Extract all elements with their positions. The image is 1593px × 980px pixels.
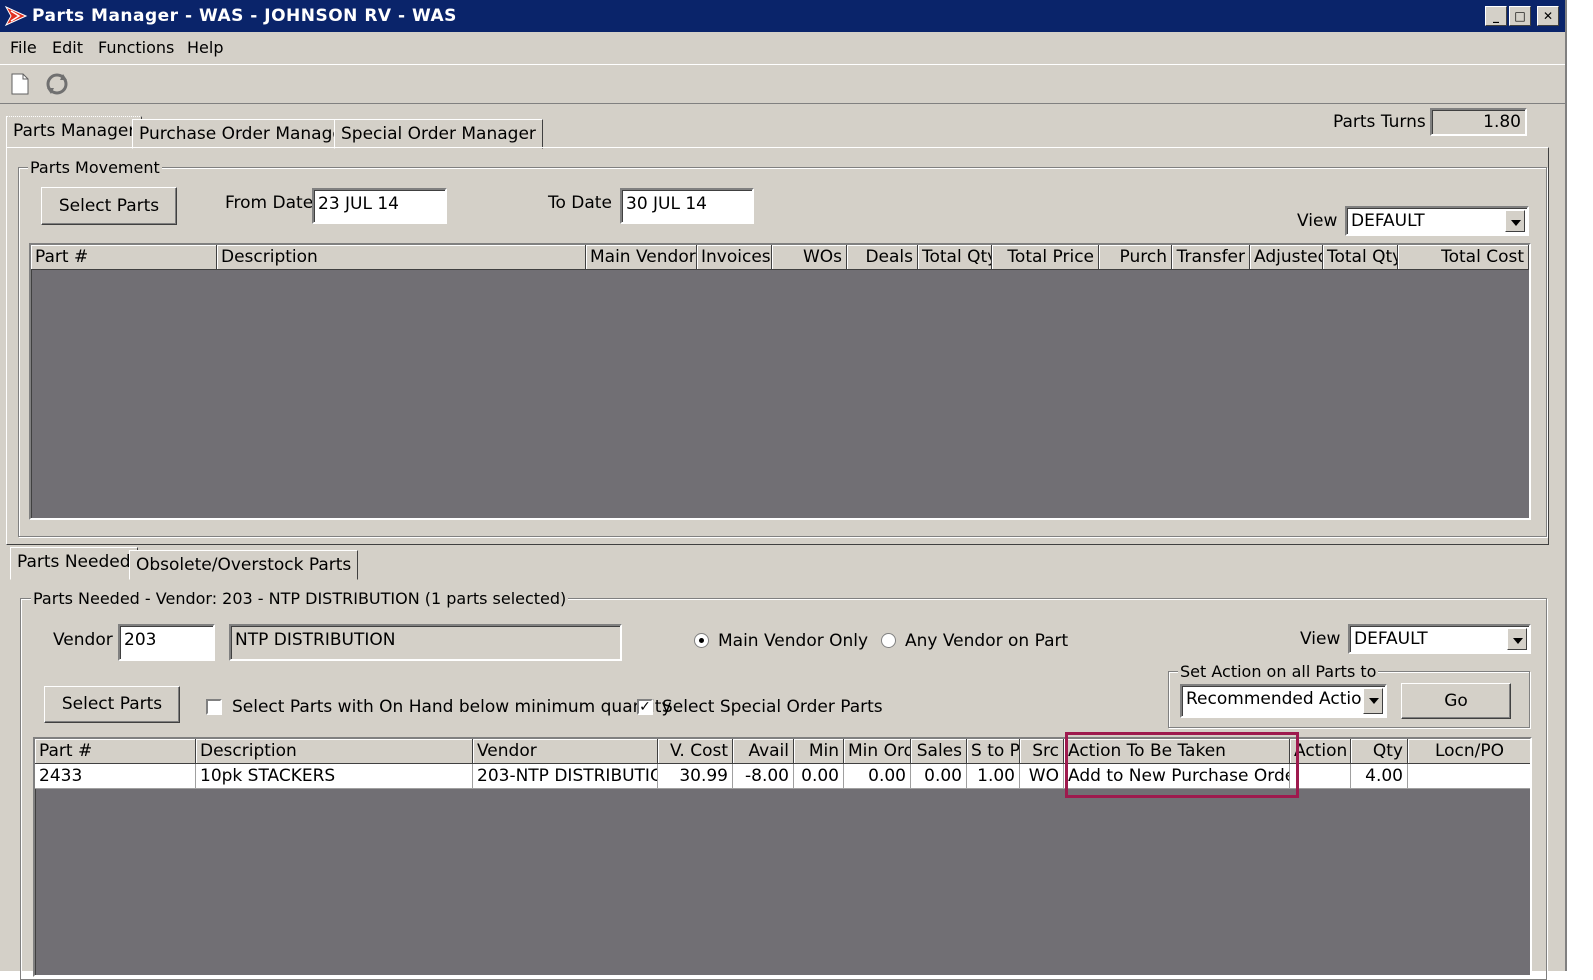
any-vendor-label[interactable]: Any Vendor on Part (905, 631, 1068, 651)
col-min[interactable]: Min (794, 739, 844, 764)
select-parts-button-bottom[interactable]: Select Parts (44, 686, 180, 723)
special-order-label[interactable]: Select Special Order Parts (662, 697, 883, 717)
col-src[interactable]: Src (1020, 739, 1064, 764)
cell-description[interactable]: 10pk STACKERS (196, 764, 473, 789)
cell-vendor[interactable]: 203-NTP DISTRIBUTIO (473, 764, 658, 789)
view-select-bottom[interactable]: DEFAULT (1348, 624, 1531, 654)
special-order-checkbox[interactable]: ✓ (637, 699, 653, 715)
vendor-name-display: NTP DISTRIBUTION (229, 624, 622, 661)
select-parts-button-top[interactable]: Select Parts (41, 187, 177, 225)
vendor-label: Vendor (53, 630, 113, 650)
title-bar[interactable]: Parts Manager - WAS - JOHNSON RV - WAS _… (0, 0, 1565, 32)
tab-parts-needed[interactable]: Parts Needed (10, 547, 138, 580)
view-label-top: View (1297, 211, 1338, 231)
cell-sales[interactable]: 0.00 (911, 764, 967, 789)
tab-parts-manager[interactable]: Parts Manager (6, 116, 143, 148)
col-total-price[interactable]: Total Price (992, 245, 1099, 270)
col-locn-po[interactable]: Locn/PO (1408, 739, 1530, 764)
col-transfer[interactable]: Transfer (1172, 245, 1250, 270)
col-total-qty[interactable]: Total Qty (918, 245, 992, 270)
parts-needed-grid-header: Part # Description Vendor V. Cost Avail … (35, 739, 1530, 764)
cell-action[interactable] (1290, 764, 1351, 789)
to-date-input[interactable]: 30 JUL 14 (620, 188, 754, 224)
tab-purchase-order-manager[interactable]: Purchase Order Manager (132, 119, 357, 149)
main-vendor-only-radio[interactable] (694, 633, 709, 648)
cell-part-number[interactable]: 2433 (35, 764, 196, 789)
refresh-icon[interactable] (43, 71, 71, 101)
col-v-cost[interactable]: V. Cost (658, 739, 733, 764)
maximize-button[interactable]: □ (1509, 6, 1531, 26)
toolbar (0, 64, 1565, 104)
parts-needed-group-label: Parts Needed - Vendor: 203 - NTP DISTRIB… (31, 589, 569, 608)
vendor-code-input[interactable]: 203 (118, 624, 215, 661)
col-invoices[interactable]: Invoices (697, 245, 772, 270)
chevron-down-icon[interactable] (1507, 628, 1527, 650)
cell-s-to-p[interactable]: 1.00 (967, 764, 1020, 789)
cell-action-to-be-taken[interactable]: Add to New Purchase Order (1064, 764, 1290, 789)
app-window: Parts Manager - WAS - JOHNSON RV - WAS _… (0, 0, 1567, 980)
col-s-to-p[interactable]: S to P (967, 739, 1020, 764)
col-purch[interactable]: Purch (1099, 245, 1172, 270)
minimize-button[interactable]: _ (1485, 6, 1507, 26)
app-logo-icon (4, 5, 28, 31)
menu-file[interactable]: File (10, 38, 37, 57)
tab-obsolete-overstock[interactable]: Obsolete/Overstock Parts (129, 550, 359, 580)
cell-min-ord[interactable]: 0.00 (844, 764, 911, 789)
from-date-input[interactable]: 23 JUL 14 (312, 188, 447, 224)
cell-qty[interactable]: 4.00 (1351, 764, 1408, 789)
below-min-checkbox[interactable] (206, 699, 222, 715)
set-action-label: Set Action on all Parts to (1178, 662, 1379, 681)
menu-bar: File Edit Functions Help (0, 32, 1565, 62)
parts-movement-grid-header: Part # Description Main Vendor Invoices … (31, 245, 1529, 270)
col-action-to-be-taken[interactable]: Action To Be Taken (1064, 739, 1290, 764)
parts-turns-label: Parts Turns (1333, 112, 1426, 132)
chevron-down-icon[interactable] (1363, 688, 1383, 714)
col-wos[interactable]: WOs (772, 245, 847, 270)
col-part-number[interactable]: Part # (31, 245, 217, 270)
menu-help[interactable]: Help (187, 38, 223, 57)
parts-turns-value: 1.80 (1430, 108, 1527, 136)
col-min-ord[interactable]: Min Ord (844, 739, 911, 764)
table-row[interactable]: 2433 10pk STACKERS 203-NTP DISTRIBUTIO 3… (35, 764, 1530, 789)
to-date-label: To Date (548, 193, 612, 213)
view-label-bottom: View (1300, 629, 1341, 649)
cell-avail[interactable]: -8.00 (733, 764, 794, 789)
any-vendor-radio[interactable] (881, 633, 896, 648)
col-adjusted[interactable]: Adjusted (1250, 245, 1323, 270)
col-action[interactable]: Action (1290, 739, 1351, 764)
close-button[interactable]: ✕ (1537, 6, 1559, 26)
new-document-icon[interactable] (11, 73, 29, 99)
set-action-select[interactable]: Recommended Action (1180, 684, 1387, 718)
tab-special-order-manager[interactable]: Special Order Manager (334, 119, 543, 149)
col-total-qty-2[interactable]: Total Qty (1323, 245, 1398, 270)
view-select-top[interactable]: DEFAULT (1345, 206, 1529, 236)
col-deals[interactable]: Deals (847, 245, 918, 270)
col-total-cost[interactable]: Total Cost (1398, 245, 1529, 270)
chevron-down-icon[interactable] (1505, 210, 1525, 232)
from-date-label: From Date (225, 193, 314, 213)
parts-movement-grid[interactable]: Part # Description Main Vendor Invoices … (29, 243, 1531, 520)
cell-v-cost[interactable]: 30.99 (658, 764, 733, 789)
col-description[interactable]: Description (196, 739, 473, 764)
col-avail[interactable]: Avail (733, 739, 794, 764)
menu-edit[interactable]: Edit (52, 38, 83, 57)
col-vendor[interactable]: Vendor (473, 739, 658, 764)
cell-min[interactable]: 0.00 (794, 764, 844, 789)
main-vendor-only-label[interactable]: Main Vendor Only (718, 631, 868, 651)
cell-locn-po[interactable] (1408, 764, 1530, 789)
col-main-vendor[interactable]: Main Vendor (586, 245, 697, 270)
menu-functions[interactable]: Functions (98, 38, 174, 57)
col-sales[interactable]: Sales (911, 739, 967, 764)
col-part-number[interactable]: Part # (35, 739, 196, 764)
window-title: Parts Manager - WAS - JOHNSON RV - WAS (32, 6, 457, 26)
go-button[interactable]: Go (1401, 683, 1511, 719)
col-qty[interactable]: Qty (1351, 739, 1408, 764)
col-description[interactable]: Description (217, 245, 586, 270)
below-min-label[interactable]: Select Parts with On Hand below minimum … (232, 697, 672, 717)
parts-needed-grid[interactable]: Part # Description Vendor V. Cost Avail … (33, 737, 1532, 977)
cell-src[interactable]: WO (1020, 764, 1064, 789)
parts-movement-group-label: Parts Movement (28, 158, 162, 177)
